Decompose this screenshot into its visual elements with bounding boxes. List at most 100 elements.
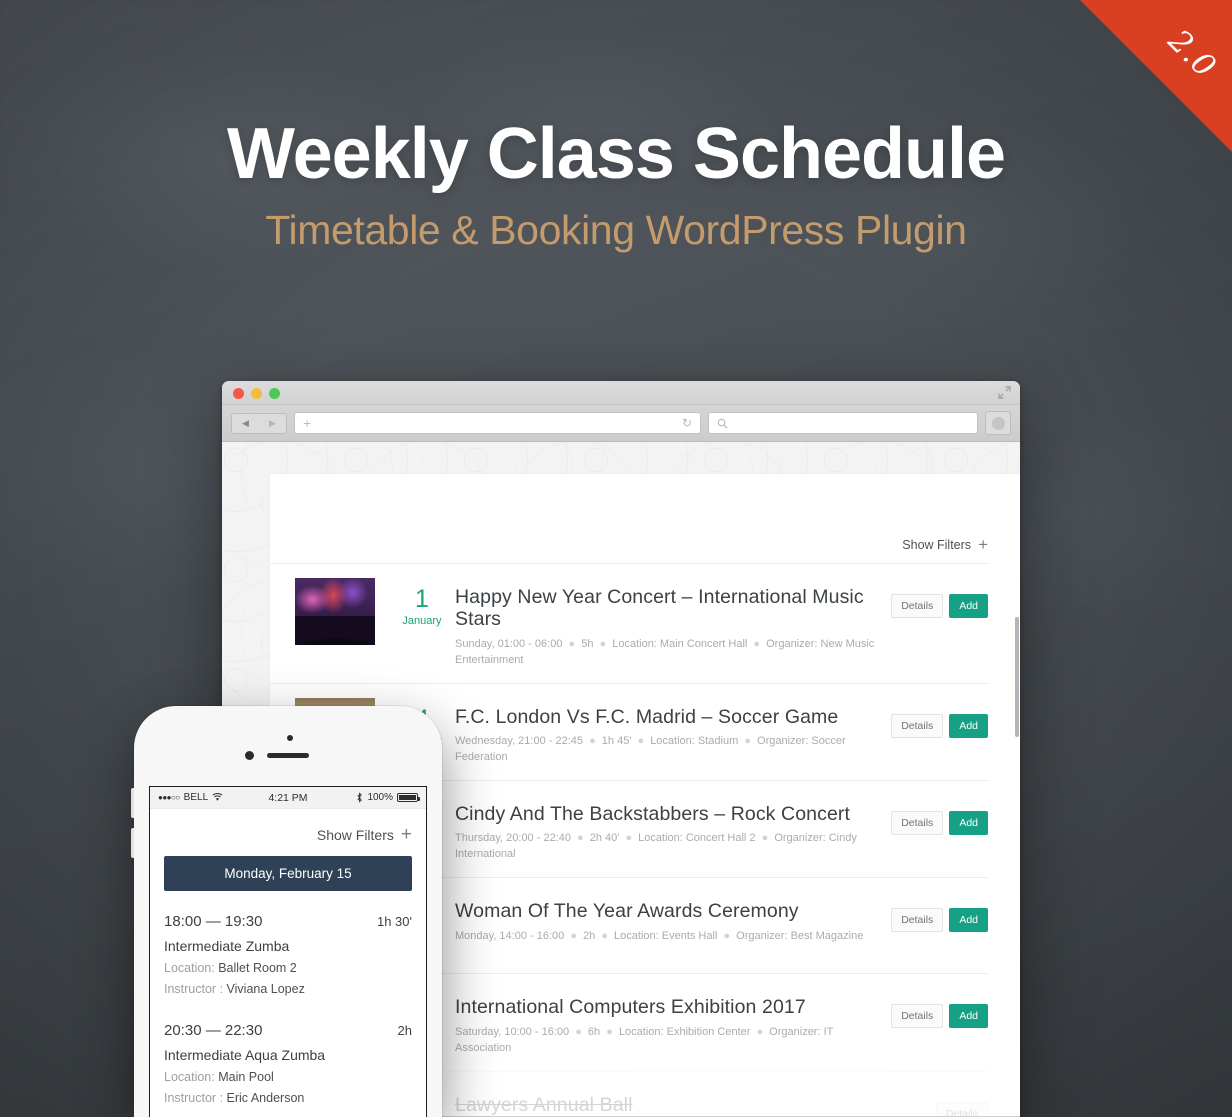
class-instructor-row: Instructor : Viviana Lopez [164,982,412,996]
ribbon-triangle [1080,0,1232,152]
back-icon[interactable]: ◀ [242,418,249,428]
front-camera-icon [287,735,293,741]
page-scrollbar[interactable] [1015,617,1019,737]
event-body: Cindy And The Backstabbers – Rock Concer… [455,795,891,863]
location-label: Location: [164,961,215,975]
class-time: 18:00 — 19:30 [164,913,263,930]
proximity-sensor-icon [245,751,254,760]
event-month: January [402,615,442,627]
earpiece-speaker [267,753,309,758]
event-title: Cindy And The Backstabbers – Rock Concer… [455,803,851,826]
add-button[interactable]: Add [949,1004,988,1029]
details-button[interactable]: Details [935,1101,988,1116]
browser-titlebar [222,381,1020,405]
share-icon [991,416,1005,430]
status-clock: 4:21 PM [268,791,308,804]
nav-buttons[interactable]: ◀ ▶ [231,412,287,434]
plus-icon: + [400,824,412,845]
meta-separator: ● [753,1025,767,1038]
traffic-lights [233,388,280,399]
details-button[interactable]: Details [891,908,944,933]
event-date: 1 January [389,578,455,628]
meta-separator: ● [634,735,648,748]
location-label: Location: [164,1070,215,1084]
meta-separator: ● [589,735,599,748]
meta-separator: ● [598,929,612,942]
details-button[interactable]: Details [891,811,944,836]
zoom-icon[interactable] [269,388,280,399]
meta-separator: ● [750,637,764,650]
show-filters-button[interactable]: Show Filters + [902,536,988,553]
event-title: Happy New Year Concert – International M… [455,586,864,631]
class-time-row: 20:30 — 22:30 2h [164,1022,412,1039]
class-time-row: 18:00 — 19:30 1h 30' [164,913,412,930]
class-duration: 1h 30' [376,914,412,929]
event-meta: Sunday, 01:00 - 06:00 ● 5h ● Location: M… [455,637,875,666]
details-button[interactable]: Details [891,713,944,738]
fullscreen-icon[interactable] [998,386,1011,399]
phone-show-filters-label: Show Filters [316,826,394,843]
details-button[interactable]: Details [891,1004,944,1029]
status-right: 100% [308,792,421,803]
meta-separator: ● [596,637,610,650]
volume-up-button[interactable] [131,788,134,818]
close-icon[interactable] [233,388,244,399]
event-body: F.C. London Vs F.C. Madrid – Soccer Game… [455,698,891,766]
browser-toolbar: ◀ ▶ + ↻ [222,405,1020,442]
instructor-value: Eric Anderson [226,1091,305,1105]
forward-icon[interactable]: ▶ [269,418,276,428]
page-subtitle: Timetable & Booking WordPress Plugin [265,207,967,253]
event-title: Woman Of The Year Awards Ceremony [455,900,799,923]
event-meta: Wednesday, 21:00 - 22:45 ● 1h 45' ● Loca… [455,735,846,764]
meta-separator: ● [603,1025,616,1038]
add-button[interactable]: Add [949,811,988,836]
details-button[interactable]: Details [891,594,944,618]
event-actions: DetailsAdd [891,795,988,836]
event-body: International Computers Exhibition 2017 S… [455,988,891,1056]
event-row[interactable]: 1 January Happy New Year Concert – Interna… [270,563,988,683]
event-day: 1 [415,585,429,613]
phone-class-item[interactable]: 18:00 — 19:30 1h 30' Intermediate Zumba Loc… [164,891,412,1000]
reload-icon[interactable]: ↻ [682,416,692,430]
bluetooth-icon [357,792,363,803]
wifi-icon [212,793,223,801]
search-icon [717,418,728,429]
add-button[interactable]: Add [949,908,988,933]
address-bar[interactable]: + ↻ [294,412,701,434]
event-title: International Computers Exhibition 2017 [455,996,806,1019]
phone-class-item[interactable]: 20:30 — 22:30 2h Intermediate Aqua Zumba Lo… [164,1000,412,1109]
meta-separator: ● [570,929,581,942]
location-value: Main Pool [218,1070,274,1084]
event-actions: DetailsAdd [891,578,988,618]
meta-separator: ● [575,1025,585,1038]
meta-separator: ● [758,832,772,845]
event-body: Woman Of The Year Awards Ceremony Monday,… [455,892,891,944]
meta-separator: ● [568,637,579,650]
class-time: 20:30 — 22:30 [164,1022,263,1039]
add-button[interactable]: Add [949,594,988,618]
share-button[interactable] [985,411,1011,435]
volume-down-button[interactable] [131,828,134,858]
event-actions: DetailsAdd [891,698,988,738]
location-value: Ballet Room 2 [218,961,297,975]
plus-icon: + [978,535,988,554]
meta-separator: ● [577,832,587,845]
class-instructor-row: Instructor : Eric Anderson [164,1091,412,1105]
phone-show-filters-button[interactable]: Show Filters + [150,809,426,856]
class-name: Intermediate Aqua Zumba [164,1047,326,1063]
event-meta: Saturday, 10:00 - 16:00 ● 6h ● Location:… [455,1025,834,1054]
class-location-row: Location: Ballet Room 2 [164,961,412,975]
event-actions: DetailsAdd [891,988,988,1029]
event-actions: DetailsAdd [891,892,988,933]
search-input[interactable] [708,412,978,434]
minimize-icon[interactable] [251,388,262,399]
instructor-label: Instructor : [164,982,224,996]
plus-icon[interactable]: + [303,416,311,430]
event-body: Happy New Year Concert – International M… [455,578,891,669]
event-title: F.C. London Vs F.C. Madrid – Soccer Game [455,705,839,728]
phone-status-bar: ●●●○○ BELL 4:21 PM 100% [150,787,426,809]
phone-day-selector[interactable]: Monday, February 15 [164,856,412,891]
add-button[interactable]: Add [949,713,988,738]
status-left: ●●●○○ BELL [158,792,268,803]
show-filters-label: Show Filters [902,537,972,552]
